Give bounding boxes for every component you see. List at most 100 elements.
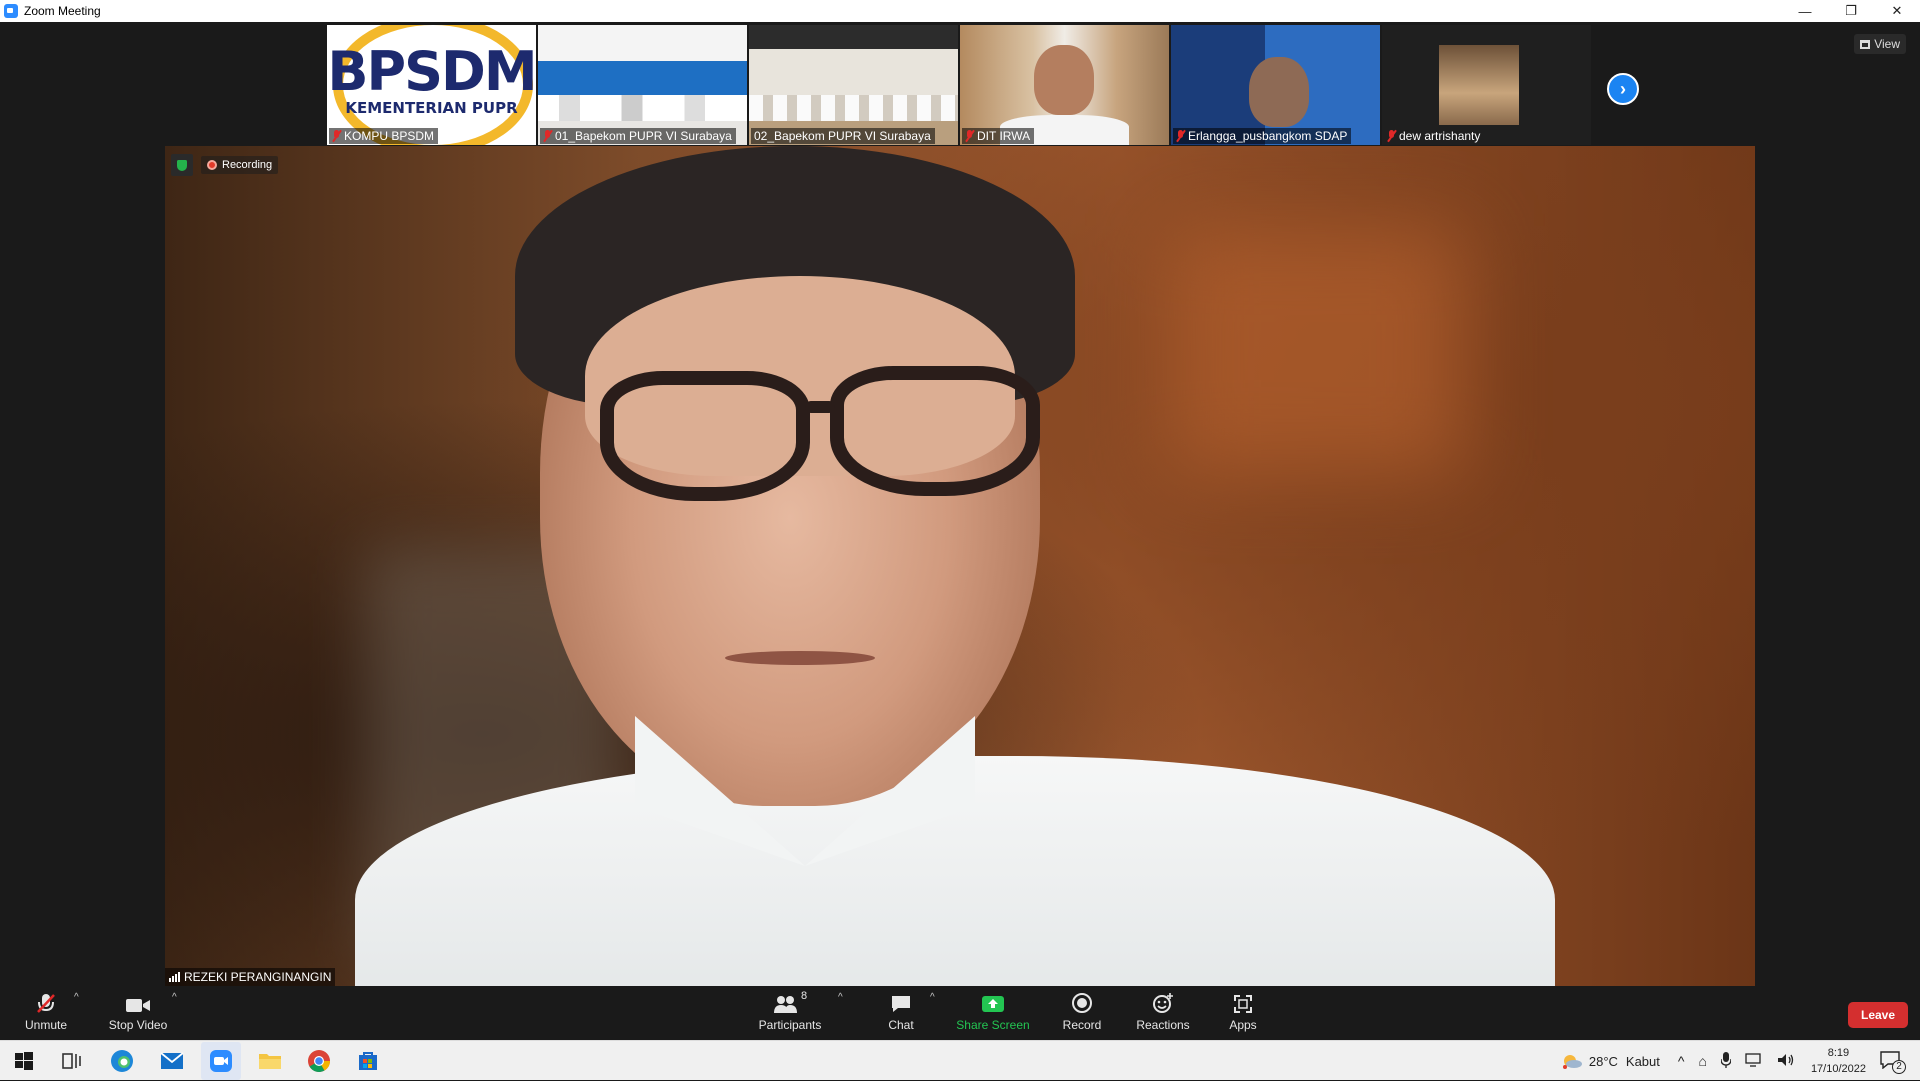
store-icon[interactable] bbox=[356, 1049, 380, 1073]
classroom-image bbox=[749, 95, 958, 121]
participant-name: 01_Bapekom PUPR VI Surabaya bbox=[555, 129, 732, 143]
participant-thumbnail-strip: BPSDM KEMENTERIAN PUPR KOMPU BPSDM 01_Ba… bbox=[327, 25, 1591, 145]
speaker-glasses-bridge bbox=[805, 401, 835, 413]
recording-dot-icon bbox=[207, 160, 217, 170]
participant-profile-picture bbox=[1439, 45, 1519, 125]
record-button[interactable]: Record bbox=[1060, 990, 1104, 1032]
mic-muted-icon bbox=[1176, 130, 1185, 142]
mic-muted-icon bbox=[543, 130, 552, 142]
task-view-icon[interactable] bbox=[60, 1049, 84, 1073]
participant-thumbnail[interactable]: 02_Bapekom PUPR VI Surabaya bbox=[749, 25, 958, 145]
security-shield-icon[interactable] bbox=[171, 154, 193, 176]
speaker-name: REZEKI PERANGINANGIN bbox=[184, 970, 332, 984]
mic-muted-icon bbox=[965, 130, 974, 142]
taskbar-clock[interactable]: 8:19 17/10/2022 bbox=[1811, 1045, 1866, 1077]
clock-date: 17/10/2022 bbox=[1810, 1063, 1866, 1075]
participant-face-image bbox=[1034, 45, 1094, 115]
share-screen-button[interactable]: Share Screen bbox=[956, 990, 1030, 1032]
record-label: Record bbox=[1062, 1018, 1102, 1032]
background-blur bbox=[1165, 226, 1465, 476]
participant-name: dew artrishanty bbox=[1399, 129, 1481, 143]
leave-button[interactable]: Leave bbox=[1848, 1002, 1908, 1028]
participant-name-label: Erlangga_pusbangkom SDAP bbox=[1173, 128, 1352, 144]
chat-bubble-icon bbox=[890, 990, 912, 1014]
active-speaker-video[interactable]: Recording REZEKI PERANGINANGIN bbox=[165, 146, 1755, 986]
recording-indicator[interactable]: Recording bbox=[201, 156, 279, 174]
close-button[interactable]: ✕ bbox=[1874, 0, 1920, 22]
view-button-label: View bbox=[1874, 37, 1900, 51]
meet-now-icon[interactable]: ⌂ bbox=[1698, 1053, 1706, 1069]
participants-label: Participants bbox=[758, 1018, 822, 1032]
participant-name-label: dew artrishanty bbox=[1384, 128, 1484, 144]
stop-video-button[interactable]: Stop Video bbox=[106, 990, 170, 1032]
participant-name-label: KOMPU BPSDM bbox=[329, 128, 439, 144]
notification-count-badge: 2 bbox=[1892, 1059, 1906, 1074]
meeting-status: Recording bbox=[171, 154, 279, 176]
participant-thumbnail[interactable]: Erlangga_pusbangkom SDAP bbox=[1171, 25, 1380, 145]
video-options-chevron-icon[interactable]: ^ bbox=[172, 992, 177, 1003]
mail-icon[interactable] bbox=[160, 1049, 184, 1073]
speaker-mouth bbox=[725, 651, 875, 665]
share-screen-label: Share Screen bbox=[956, 1018, 1030, 1032]
microphone-muted-icon bbox=[35, 990, 57, 1014]
participants-button[interactable]: 8 Participants bbox=[756, 990, 824, 1032]
microphone-icon[interactable] bbox=[1720, 1051, 1732, 1071]
bpsdm-logo-text: BPSDM bbox=[327, 40, 536, 103]
participant-thumbnail[interactable]: 01_Bapekom PUPR VI Surabaya bbox=[538, 25, 747, 145]
apps-label: Apps bbox=[1229, 1018, 1257, 1032]
reactions-label: Reactions bbox=[1136, 1018, 1190, 1032]
participant-name-label: DIT IRWA bbox=[962, 128, 1035, 144]
zoom-app-icon bbox=[4, 4, 18, 18]
signal-strength-icon bbox=[169, 972, 180, 982]
room-participants-image bbox=[538, 95, 747, 121]
network-icon[interactable] bbox=[1745, 1052, 1763, 1070]
apps-button[interactable]: Apps bbox=[1226, 990, 1260, 1032]
speaker-glasses bbox=[600, 371, 810, 501]
minimize-button[interactable]: — bbox=[1782, 0, 1828, 22]
chrome-browser-icon[interactable] bbox=[307, 1049, 331, 1073]
weather-icon[interactable] bbox=[1561, 1052, 1583, 1070]
reactions-button[interactable]: Reactions bbox=[1135, 990, 1191, 1032]
clock-time: 8:19 bbox=[1827, 1047, 1850, 1059]
view-grid-icon bbox=[1860, 39, 1871, 49]
participant-thumbnail[interactable]: dew artrishanty bbox=[1382, 25, 1591, 145]
file-explorer-icon[interactable] bbox=[258, 1049, 282, 1073]
participant-name: KOMPU BPSDM bbox=[344, 129, 435, 143]
weather-description[interactable]: Kabut bbox=[1626, 1054, 1660, 1069]
window-title: Zoom Meeting bbox=[24, 4, 101, 18]
view-button[interactable]: View bbox=[1854, 34, 1906, 54]
chat-options-chevron-icon[interactable]: ^ bbox=[930, 992, 935, 1003]
participant-name: DIT IRWA bbox=[977, 129, 1031, 143]
participant-count: 8 bbox=[800, 990, 808, 1002]
edge-browser-icon[interactable] bbox=[110, 1049, 134, 1073]
apps-icon bbox=[1233, 990, 1253, 1014]
unmute-button[interactable]: Unmute bbox=[22, 990, 70, 1032]
notification-center-icon[interactable]: 2 bbox=[1880, 1050, 1906, 1074]
video-camera-icon bbox=[125, 990, 151, 1014]
window-controls: — ❐ ✕ bbox=[1782, 0, 1920, 22]
volume-icon[interactable] bbox=[1777, 1053, 1795, 1070]
speaker-name-label: REZEKI PERANGINANGIN bbox=[165, 968, 336, 986]
participant-thumbnail[interactable]: BPSDM KEMENTERIAN PUPR KOMPU BPSDM bbox=[327, 25, 536, 145]
chat-button[interactable]: Chat bbox=[883, 990, 919, 1032]
zoom-taskbar-icon[interactable] bbox=[209, 1049, 233, 1073]
participant-name-label: 02_Bapekom PUPR VI Surabaya bbox=[751, 128, 935, 144]
participants-options-chevron-icon[interactable]: ^ bbox=[838, 992, 843, 1003]
record-icon bbox=[1071, 990, 1093, 1014]
weather-temperature[interactable]: 28°C bbox=[1589, 1054, 1618, 1069]
participant-name: Erlangga_pusbangkom SDAP bbox=[1188, 129, 1348, 143]
participant-name-label: 01_Bapekom PUPR VI Surabaya bbox=[540, 128, 736, 144]
participant-name: 02_Bapekom PUPR VI Surabaya bbox=[754, 129, 931, 143]
participant-face-image bbox=[1249, 57, 1309, 127]
participants-icon: 8 bbox=[773, 990, 807, 1014]
next-page-arrow-icon[interactable]: › bbox=[1607, 73, 1639, 105]
stop-video-label: Stop Video bbox=[108, 1018, 168, 1032]
restore-button[interactable]: ❐ bbox=[1828, 0, 1874, 22]
participant-thumbnail[interactable]: DIT IRWA bbox=[960, 25, 1169, 145]
show-hidden-icons-chevron-icon[interactable]: ^ bbox=[1678, 1053, 1685, 1069]
windows-start-icon[interactable] bbox=[12, 1049, 36, 1073]
mic-muted-icon bbox=[332, 130, 341, 142]
windows-taskbar: 28°C Kabut ^ ⌂ 8:19 17/10/2022 2 bbox=[0, 1040, 1920, 1080]
audio-options-chevron-icon[interactable]: ^ bbox=[74, 992, 79, 1003]
bpsdm-logo-subtitle: KEMENTERIAN PUPR bbox=[345, 99, 518, 117]
